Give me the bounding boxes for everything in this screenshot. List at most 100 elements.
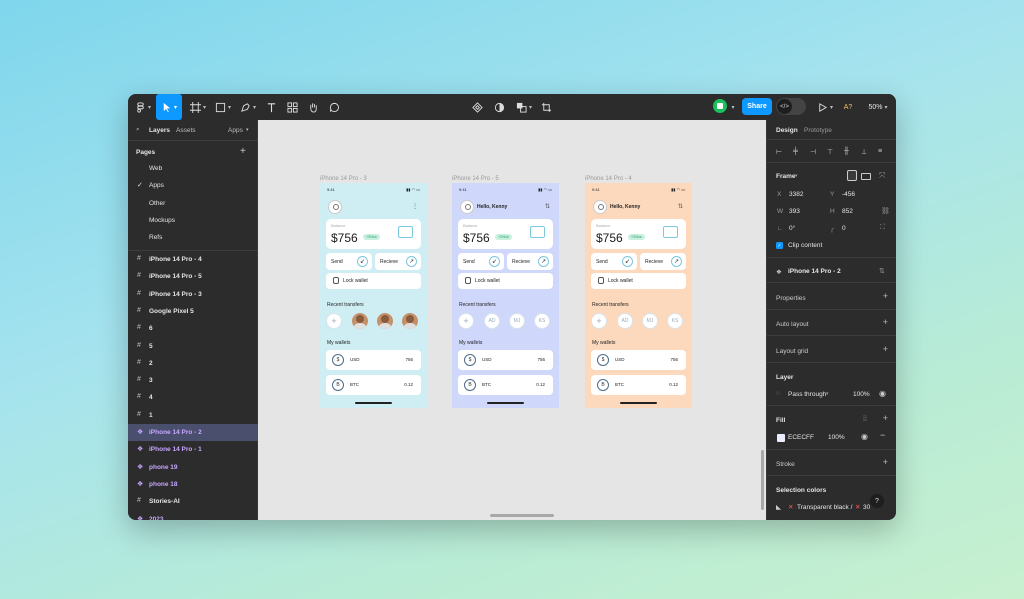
lock-wallet-button[interactable]: Lock wallet — [591, 273, 686, 289]
profile-icon[interactable] — [593, 200, 607, 214]
contact-avatar[interactable]: MJ — [509, 313, 525, 329]
wallet-row[interactable]: $ USD 756 — [458, 350, 553, 370]
user-avatar[interactable] — [713, 99, 727, 113]
page-item[interactable]: Web — [128, 160, 258, 177]
shape-tool-button[interactable]: ▾ — [213, 99, 233, 115]
contact-avatar[interactable] — [402, 313, 418, 329]
layer-item[interactable]: ❖ iPhone 14 Pro - 2 — [128, 424, 258, 441]
share-button[interactable]: Share — [742, 98, 772, 115]
constrain-proportions-icon[interactable]: ⛓ — [881, 207, 890, 215]
frame-label[interactable]: iPhone 14 Pro - 3 — [320, 176, 367, 182]
layer-item[interactable]: ❖ phone 19 — [128, 459, 258, 476]
layer-item[interactable]: ❖ phone 18 — [128, 476, 258, 493]
lock-wallet-button[interactable]: Lock wallet — [458, 273, 553, 289]
edit-component-button[interactable] — [470, 99, 484, 115]
landscape-icon[interactable] — [861, 173, 871, 180]
align-bottom-icon[interactable]: ⊥ — [861, 148, 867, 156]
tab-layers[interactable]: Layers — [149, 127, 170, 134]
layer-item[interactable]: ❖ iPhone 14 Pro - 1 — [128, 441, 258, 458]
x-input[interactable]: 3382 — [789, 191, 803, 198]
eye-icon[interactable]: ◉ — [861, 432, 868, 441]
layer-opacity[interactable]: 100% — [853, 391, 870, 398]
search-icon[interactable]: ⌕ — [136, 126, 140, 134]
wallet-row[interactable]: $ USD 756 — [326, 350, 421, 370]
h-input[interactable]: 852 — [842, 208, 853, 215]
help-icon[interactable]: ? — [870, 494, 884, 508]
layer-item[interactable]: # iPhone 14 Pro - 3 — [128, 286, 258, 303]
profile-icon[interactable] — [328, 200, 342, 214]
radius-input[interactable]: 0 — [842, 225, 846, 232]
accessibility-check[interactable]: A? — [842, 99, 854, 115]
dev-mode-toggle[interactable]: </> — [776, 98, 806, 115]
page-item[interactable]: Mockups — [128, 212, 258, 229]
contact-avatar[interactable] — [352, 313, 368, 329]
independent-corners-icon[interactable]: ⛶ — [880, 224, 885, 232]
layer-item[interactable]: #5 — [128, 338, 258, 355]
add-property-icon[interactable]: + — [883, 291, 888, 301]
contact-avatar[interactable]: KS — [534, 313, 550, 329]
wallet-row[interactable]: B BTC 0.12 — [591, 375, 686, 395]
frame-tool-button[interactable]: ▾ — [188, 99, 208, 115]
add-contact-button[interactable]: + — [326, 313, 342, 329]
boolean-groups-button[interactable]: ▾ — [514, 99, 534, 115]
wallet-row[interactable]: $ USD 756 — [591, 350, 686, 370]
fill-hex[interactable]: ECECFF — [788, 434, 814, 441]
receive-button[interactable]: Recieve ↗ — [507, 253, 553, 270]
contact-avatar[interactable]: AD — [617, 313, 633, 329]
fill-swatch[interactable] — [777, 434, 785, 442]
w-input[interactable]: 393 — [789, 208, 800, 215]
contact-avatar[interactable] — [377, 313, 393, 329]
contact-avatar[interactable]: KS — [667, 313, 683, 329]
tab-apps[interactable]: Apps — [228, 127, 243, 134]
canvas[interactable]: iPhone 14 Pro - 3 9:41 ▮▮ ◠ ▭ ⋮ Balance $756 +… — [258, 120, 766, 520]
y-input[interactable]: -456 — [842, 191, 855, 198]
layer-item[interactable]: #6 — [128, 320, 258, 337]
blend-mode-dropdown[interactable]: Pass through — [788, 391, 826, 398]
clip-content-checkbox[interactable]: ✓ — [776, 242, 783, 249]
receive-button[interactable]: Recieve ↗ — [375, 253, 421, 270]
fill-opacity[interactable]: 100% — [828, 434, 845, 441]
send-button[interactable]: Send ↙ — [326, 253, 372, 270]
align-left-icon[interactable]: ⊢ — [776, 148, 782, 156]
add-fill-icon[interactable]: + — [883, 413, 888, 423]
receive-button[interactable]: Recieve ↗ — [640, 253, 686, 270]
layer-item[interactable]: #2 — [128, 355, 258, 372]
present-button[interactable]: ▾ — [817, 99, 833, 115]
phone-frame[interactable]: 9:41 ▮▮ ◠ ▭ ⋮ Balance $756 +3%/w Send ↙ Recieve ↗… — [320, 183, 427, 408]
send-button[interactable]: Send ↙ — [591, 253, 637, 270]
layer-item[interactable]: # Google Pixel 5 — [128, 303, 258, 320]
settings-icon[interactable]: ⇅ — [545, 203, 550, 210]
add-contact-button[interactable]: + — [458, 313, 474, 329]
transparent-swatch-icon[interactable]: ◣ — [776, 503, 781, 511]
layer-item[interactable]: # iPhone 14 Pro - 4 — [128, 251, 258, 268]
pen-tool-button[interactable]: ▾ — [238, 99, 258, 115]
lock-wallet-button[interactable]: Lock wallet — [326, 273, 421, 289]
resize-to-fit-icon[interactable]: ⤧ — [879, 171, 885, 181]
remove-fill-icon[interactable]: − — [880, 430, 885, 440]
hand-tool-button[interactable] — [306, 99, 320, 115]
frame-title[interactable]: Frame — [776, 173, 796, 180]
tab-assets[interactable]: Assets — [176, 127, 196, 134]
page-item[interactable]: ✓ Apps — [128, 177, 258, 194]
component-name[interactable]: iPhone 14 Pro - 2 — [788, 268, 841, 275]
layer-item[interactable]: ❖ 2023 — [128, 511, 258, 521]
align-center-h-icon[interactable]: ╪ — [793, 148, 798, 155]
align-right-icon[interactable]: ⊣ — [810, 148, 816, 156]
frame-label[interactable]: iPhone 14 Pro - 5 — [452, 176, 499, 182]
align-top-icon[interactable]: ⊤ — [827, 148, 833, 156]
horizontal-scrollbar[interactable] — [490, 514, 554, 517]
add-stroke-icon[interactable]: + — [883, 457, 888, 467]
eye-icon[interactable]: ◉ — [879, 389, 886, 398]
profile-icon[interactable] — [460, 200, 474, 214]
send-button[interactable]: Send ↙ — [458, 253, 504, 270]
page-item[interactable]: Other — [128, 195, 258, 212]
resources-button[interactable] — [285, 99, 299, 115]
add-layout-grid-icon[interactable]: + — [883, 344, 888, 354]
layer-item[interactable]: #3 — [128, 372, 258, 389]
zoom-dropdown[interactable]: 50% ▾ — [866, 99, 890, 115]
settings-icon[interactable]: ⇅ — [678, 203, 683, 210]
tab-design[interactable]: Design — [776, 127, 798, 134]
main-menu-button[interactable]: ▾ — [134, 99, 152, 115]
wallet-row[interactable]: B BTC 0.12 — [458, 375, 553, 395]
more-icon[interactable]: ⋮ — [412, 203, 418, 210]
